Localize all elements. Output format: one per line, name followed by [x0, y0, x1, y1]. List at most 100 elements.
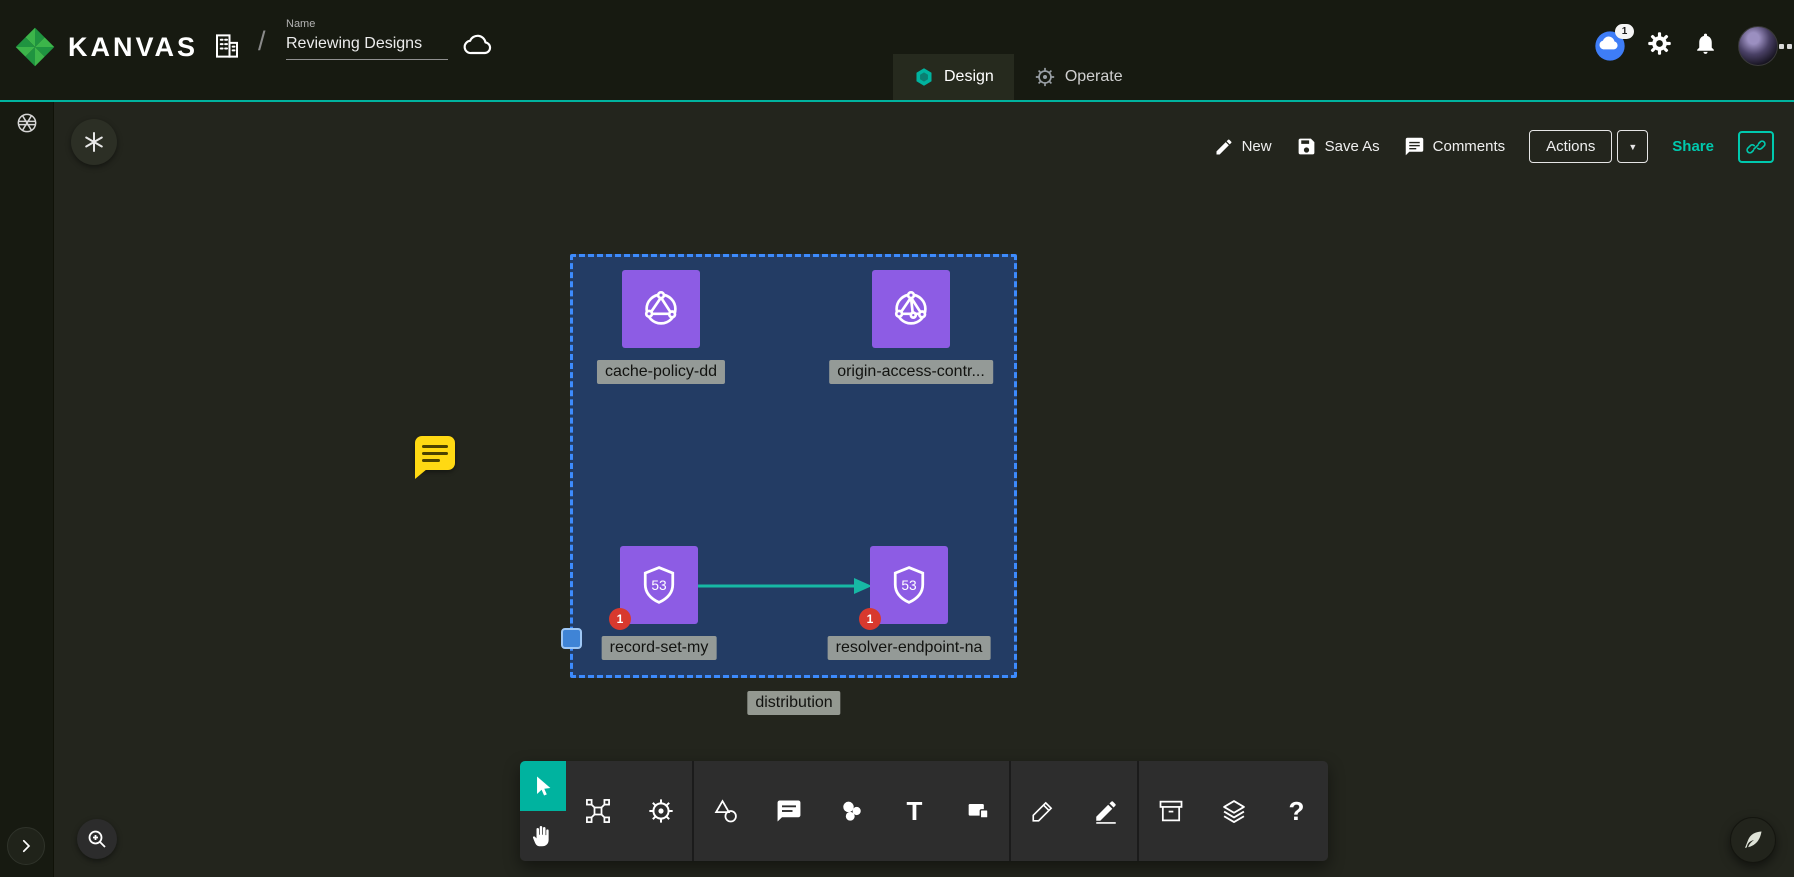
tab-operate[interactable]: Operate [1014, 54, 1143, 100]
tool-pen-button[interactable] [1011, 761, 1074, 861]
svg-text:53: 53 [901, 578, 917, 593]
save-as-button[interactable]: Save As [1296, 136, 1380, 157]
cloud-icon [462, 29, 494, 61]
comment-marker[interactable] [415, 436, 455, 470]
design-name-input[interactable] [286, 32, 448, 60]
kanvas-logo[interactable]: KANVAS [14, 26, 198, 68]
comment-line [422, 459, 440, 462]
edge-dot [1787, 44, 1792, 49]
notifications-button[interactable] [1693, 31, 1718, 61]
help-icon: ? [1289, 796, 1305, 827]
node-label: cache-policy-dd [597, 360, 725, 384]
zoom-in-icon [85, 827, 109, 851]
link-icon [1746, 137, 1766, 157]
edge-dot [1779, 44, 1784, 49]
node-record-set[interactable]: 53 1 record-set-my [620, 546, 698, 624]
design-name-label: Name [286, 18, 448, 30]
tool-comment-button[interactable] [757, 761, 820, 861]
caret-down-icon: ▼ [1628, 142, 1637, 152]
node-label: origin-access-contr... [829, 360, 993, 384]
node-resolver-endpoint[interactable]: 53 1 resolver-endpoint-na [870, 546, 948, 624]
actions-button[interactable]: Actions [1529, 130, 1612, 163]
tool-pencil-button[interactable] [1074, 761, 1137, 861]
node-error-badge[interactable]: 1 [859, 608, 881, 630]
kanvas-logo-icon [14, 26, 56, 68]
actions-split-button: Actions ▼ [1529, 130, 1648, 163]
hand-icon [530, 823, 556, 849]
environment-widget-button[interactable] [71, 119, 117, 165]
comments-button[interactable]: Comments [1404, 136, 1506, 157]
edge-arrow[interactable] [698, 573, 874, 599]
building-icon [212, 31, 242, 61]
node-cache-policy[interactable]: cache-policy-dd [622, 270, 700, 348]
tool-shapes-button[interactable] [694, 761, 757, 861]
comment-line [422, 452, 448, 455]
canvas-action-bar: New Save As Comments Actions [1214, 130, 1774, 163]
save-as-button-label: Save As [1325, 138, 1380, 155]
tool-flowchart-button[interactable] [566, 761, 629, 861]
selection-handle[interactable] [561, 628, 582, 649]
header-actions: 1 [1594, 26, 1778, 66]
comment-tool-icon [775, 797, 803, 825]
design-name-field: Name [286, 18, 448, 60]
floating-action-button[interactable] [1730, 817, 1776, 863]
new-button[interactable]: New [1214, 137, 1272, 157]
pen-icon [1030, 798, 1056, 824]
provider-button[interactable]: 1 [1594, 30, 1626, 62]
text-tool-icon: T [907, 796, 923, 827]
tool-frame-button[interactable] [946, 761, 1009, 861]
tool-kubernetes-button[interactable] [629, 761, 692, 861]
edge-dots [1779, 44, 1792, 49]
node-error-badge[interactable]: 1 [609, 608, 631, 630]
group-label-distribution[interactable]: distribution [747, 691, 840, 715]
tool-pan-button[interactable] [520, 811, 566, 861]
sync-status-button[interactable] [462, 29, 494, 66]
layers-icon [1220, 797, 1248, 825]
operate-icon [1034, 66, 1056, 88]
cursor-arrow-icon [530, 773, 556, 799]
actions-dropdown-button[interactable]: ▼ [1617, 130, 1648, 163]
tool-help-button[interactable]: ? [1265, 761, 1328, 861]
route53-shield-icon: 53 [887, 563, 931, 607]
tab-operate-label: Operate [1065, 68, 1123, 86]
frame-icon [964, 797, 992, 825]
breadcrumb-separator: / [258, 26, 266, 57]
notification-count-badge: 1 [1615, 24, 1634, 39]
tab-design[interactable]: Design [893, 54, 1014, 100]
zoom-button[interactable] [77, 819, 117, 859]
actions-button-label: Actions [1546, 138, 1595, 155]
node-label: record-set-my [602, 636, 717, 660]
new-button-label: New [1242, 138, 1272, 155]
chevron-right-icon [17, 837, 35, 855]
meshery-menu-button[interactable] [14, 110, 40, 141]
comment-line [422, 445, 448, 448]
header: KANVAS / Name Desig [0, 0, 1794, 102]
save-icon [1296, 136, 1317, 157]
asterisk-icon [82, 130, 106, 154]
share-button[interactable]: Share [1672, 138, 1714, 155]
gear-icon [1646, 30, 1673, 57]
helm-wheel-icon [647, 797, 675, 825]
comment-icon [1404, 136, 1425, 157]
tool-components-button[interactable] [1139, 761, 1202, 861]
toolbar-select-column [520, 761, 566, 861]
node-origin-access-control[interactable]: origin-access-contr... [872, 270, 950, 348]
design-icon [913, 66, 935, 88]
copy-link-button[interactable] [1738, 131, 1774, 163]
tool-doodle-button[interactable] [820, 761, 883, 861]
design-canvas[interactable]: New Save As Comments Actions [54, 102, 1794, 877]
flowchart-icon [584, 797, 612, 825]
archive-drawer-icon [1157, 797, 1185, 825]
organization-button[interactable] [212, 31, 242, 66]
bell-icon [1693, 31, 1718, 56]
sidebar-expand-button[interactable] [7, 827, 45, 865]
route53-shield-icon: 53 [637, 563, 681, 607]
settings-button[interactable] [1646, 30, 1673, 62]
tool-layers-button[interactable] [1202, 761, 1265, 861]
tool-text-button[interactable]: T [883, 761, 946, 861]
user-avatar[interactable] [1738, 26, 1778, 66]
kanvas-app: KANVAS / Name Desig [0, 0, 1794, 877]
cloudfront-globe-icon [638, 286, 684, 332]
tool-select-button[interactable] [520, 761, 566, 811]
meshery-icon [14, 110, 40, 136]
